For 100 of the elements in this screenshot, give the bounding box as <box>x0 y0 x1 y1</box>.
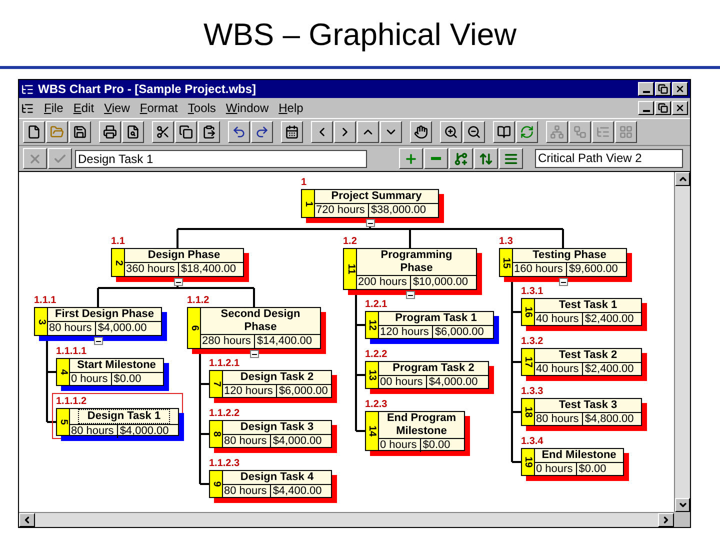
add-branch-icon <box>454 152 468 166</box>
restore-button[interactable] <box>655 82 671 96</box>
collapse-toggle[interactable] <box>174 278 182 286</box>
task-node[interactable]: 18 Test Task 3 80 hours $4,800.00 <box>521 398 642 426</box>
collapse-toggle[interactable] <box>366 219 375 227</box>
toolbar-button[interactable] <box>228 121 250 143</box>
wbs-code: 1 <box>301 178 307 188</box>
task-name-field[interactable]: Design Task 1 <box>75 150 367 168</box>
wbs-code: 1.3 <box>499 237 513 247</box>
collapse-toggle[interactable] <box>406 291 415 299</box>
menu-item[interactable]: Format <box>140 99 178 117</box>
collapse-toggle[interactable] <box>559 278 568 286</box>
task-node[interactable]: 9 Design Task 4 80 hours $4,400.00 <box>209 470 332 498</box>
vertical-scrollbar[interactable] <box>674 172 690 512</box>
view-dropdown[interactable]: Critical Path View 2 <box>535 149 683 168</box>
toolbar-button[interactable] <box>410 121 432 143</box>
toolbar-button[interactable] <box>69 121 91 143</box>
task-cost: $4,800.00 <box>584 413 634 426</box>
task-number: 8 <box>210 421 223 447</box>
task-number: 4 <box>57 359 70 385</box>
menu-item[interactable]: File <box>44 99 64 117</box>
wbs-code: 1.1.1.2 <box>56 397 87 407</box>
close-icon <box>675 84 685 94</box>
task-node[interactable]: 6 Second Design Phase 280 hours $14,400.00 <box>187 307 321 349</box>
toolbar-button[interactable] <box>449 148 473 169</box>
toolbar-button[interactable] <box>440 121 462 143</box>
task-node[interactable]: 17 Test Task 2 40 hours $2,400.00 <box>521 348 642 376</box>
task-node[interactable]: 4 Start Milestone 0 hours $0.00 <box>56 358 164 386</box>
task-node[interactable]: 3 First Design Phase 80 hours $4,000.00 <box>34 307 162 336</box>
task-cost: $2,400.00 <box>584 363 634 376</box>
task-title: Program Task 2 <box>392 362 474 375</box>
task-node[interactable]: 2 Design Phase 360 hours $18,400.00 <box>111 248 244 277</box>
toolbar-button[interactable] <box>516 121 538 143</box>
menu-item[interactable]: Tools <box>188 99 216 117</box>
toolbar-button[interactable] <box>474 148 498 169</box>
task-node[interactable]: 1 Project Summary 720 hours $38,000.00 <box>301 189 439 218</box>
toolbar-button[interactable] <box>99 121 121 143</box>
task-number: 9 <box>210 471 223 497</box>
toolbar-button[interactable] <box>357 121 379 143</box>
task-cost: $6,000.00 <box>434 326 484 339</box>
collapse-toggle[interactable] <box>94 337 103 345</box>
task-node[interactable]: 14 End Program Milestone 0 hours $0.00 <box>365 411 465 451</box>
toolbar-button[interactable] <box>399 148 423 169</box>
task-title: Design Phase <box>148 249 220 262</box>
menu-item[interactable]: Edit <box>73 99 94 117</box>
task-node[interactable]: 7 Design Task 2 120 hours $6,000.00 <box>209 370 332 398</box>
toolbar-button[interactable] <box>23 121 45 143</box>
wbs-code: 1.1.2 <box>187 296 210 306</box>
horizontal-scrollbar[interactable] <box>19 512 674 527</box>
task-hours: 120 hours <box>379 326 433 339</box>
task-title: End Milestone <box>542 449 616 462</box>
task-number: 1 <box>302 190 315 217</box>
toolbar-button[interactable] <box>198 121 220 143</box>
task-title: Test Task 1 <box>558 299 618 312</box>
task-hours: 80 hours <box>223 485 271 498</box>
task-cost: $18,400.00 <box>180 263 236 276</box>
restore-button[interactable] <box>655 101 671 115</box>
toolbar-button[interactable] <box>122 121 144 143</box>
minimize-button[interactable] <box>638 101 654 115</box>
task-title: First Design Phase <box>54 308 154 321</box>
menu-item[interactable]: Window <box>226 99 269 117</box>
list-tree-icon <box>596 125 610 139</box>
grid-icon <box>619 125 633 139</box>
scissors-icon <box>156 125 170 139</box>
toolbar-button[interactable] <box>499 148 523 169</box>
restore-icon <box>658 103 668 113</box>
toolbar-button[interactable] <box>334 121 356 143</box>
task-hours: 80 hours <box>535 413 583 426</box>
toolbar-button[interactable] <box>281 121 303 143</box>
task-node[interactable]: 8 Design Task 3 80 hours $4,000.00 <box>209 420 332 448</box>
task-cost: $4,400.00 <box>272 485 322 498</box>
task-node[interactable]: 11 Programming Phase 200 hours $10,000.00 <box>343 248 477 290</box>
zoom-in-icon <box>444 125 458 139</box>
toolbar-button[interactable] <box>152 121 174 143</box>
wbs-code: 1.1.2.3 <box>209 459 240 469</box>
toolbar-button[interactable] <box>424 148 448 169</box>
close-button[interactable] <box>672 101 688 115</box>
task-cost: $14,400.00 <box>256 335 312 348</box>
task-hours: 120 hours <box>223 385 277 398</box>
minimize-button[interactable] <box>638 82 654 96</box>
toolbar-button[interactable] <box>46 121 68 143</box>
book-icon <box>497 125 511 139</box>
check-icon <box>53 152 67 166</box>
close-button[interactable] <box>672 82 688 96</box>
menu-item[interactable]: Help <box>278 99 304 117</box>
collapse-toggle[interactable] <box>250 350 259 358</box>
toolbar-button[interactable] <box>175 121 197 143</box>
task-cost: $10,000.00 <box>412 276 468 289</box>
menu-item[interactable]: View <box>104 99 130 117</box>
toolbar-button[interactable] <box>311 121 333 143</box>
task-node[interactable]: 16 Test Task 1 40 hours $2,400.00 <box>521 298 642 326</box>
toolbar-button[interactable] <box>251 121 273 143</box>
toolbar-button[interactable] <box>493 121 515 143</box>
task-title: Design Task 1 <box>78 409 170 424</box>
task-hours: 80 hours <box>70 425 118 438</box>
task-title: Start Milestone <box>77 359 156 372</box>
toolbar-button[interactable] <box>380 121 402 143</box>
task-node[interactable]: 5 Design Task 1 80 hours $4,000.00 <box>56 408 179 436</box>
task-title: Project Summary <box>331 190 422 203</box>
toolbar-button[interactable] <box>463 121 485 143</box>
